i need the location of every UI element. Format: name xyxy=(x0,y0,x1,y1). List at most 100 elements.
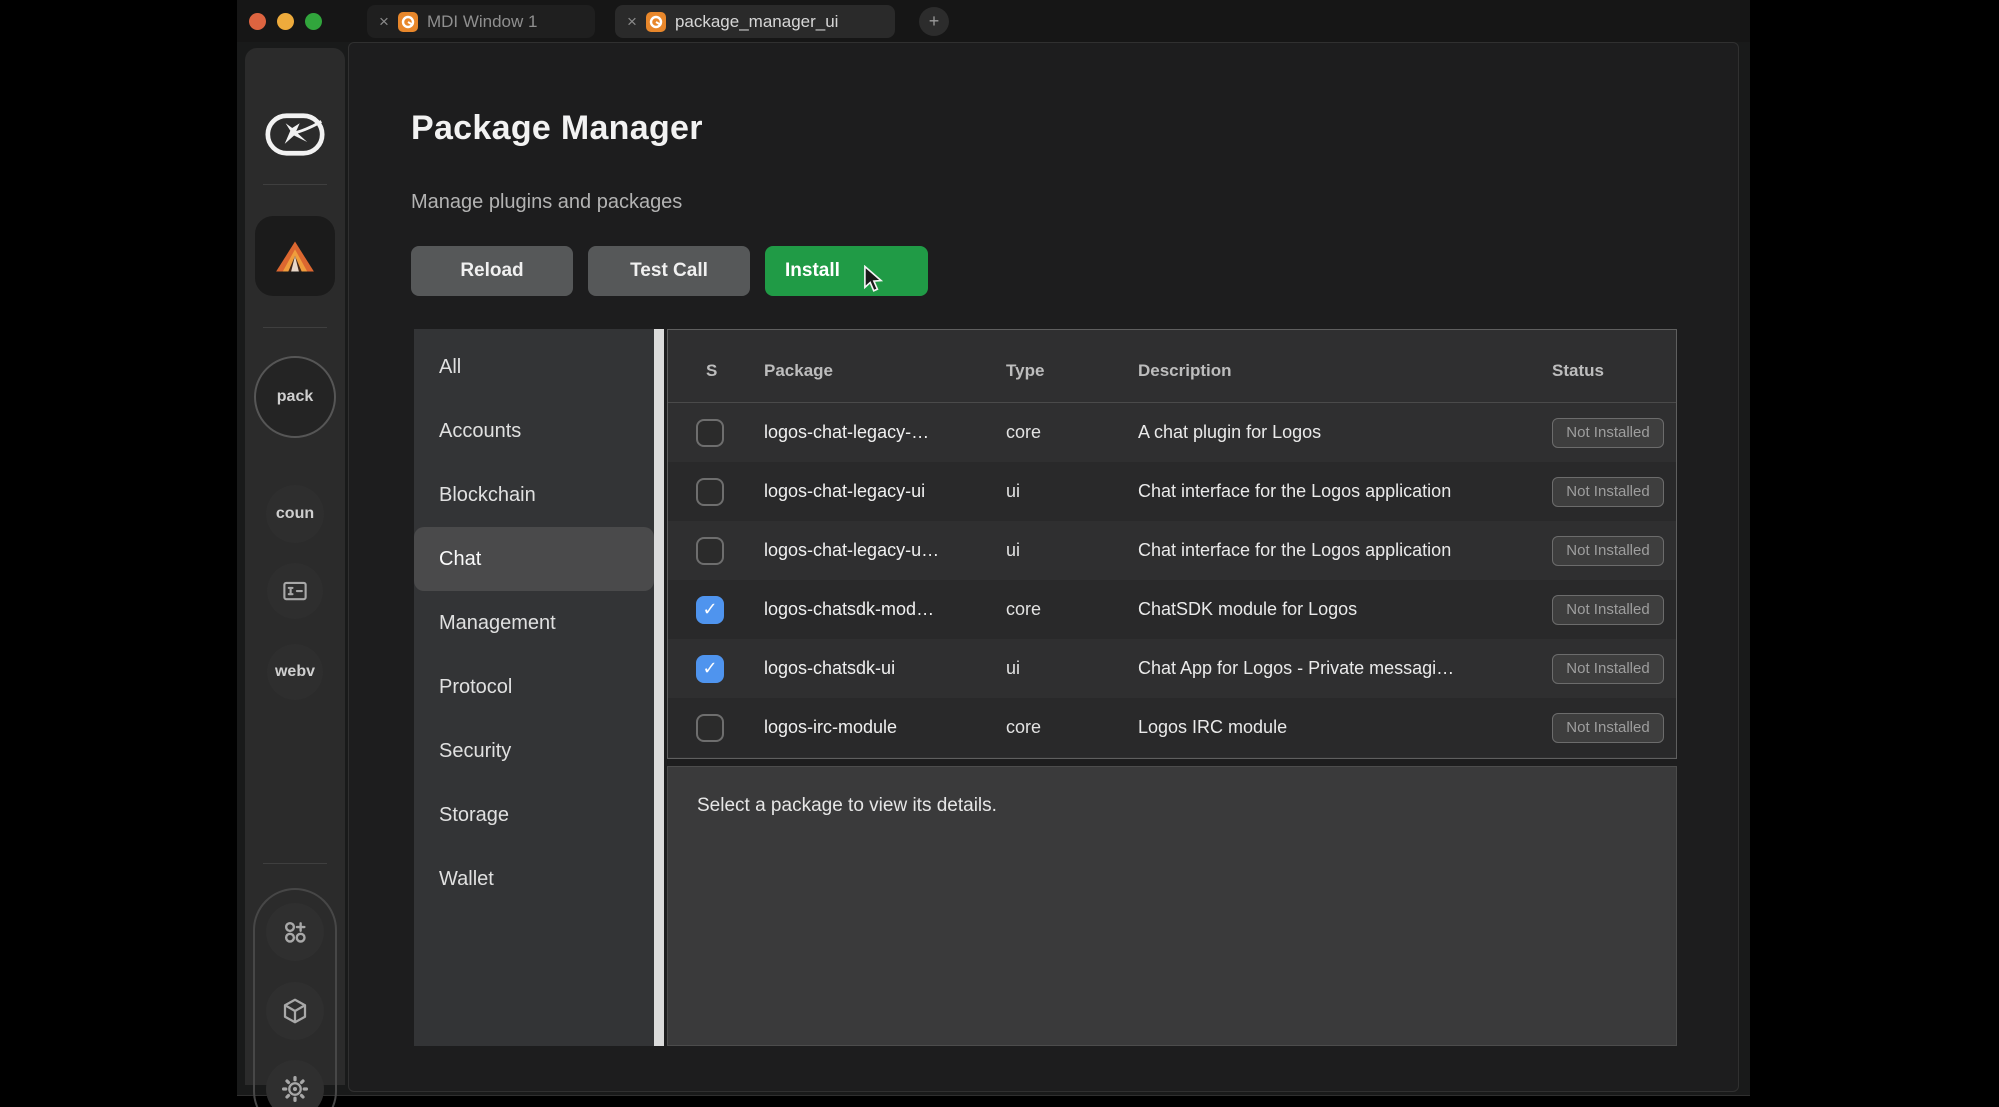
tab-close-icon[interactable]: × xyxy=(379,13,389,30)
table-row[interactable]: logos-irc-modulecoreLogos IRC moduleNot … xyxy=(668,698,1676,757)
sidebar-app-label: webv xyxy=(275,663,315,681)
package-name: logos-chat-legacy-ui xyxy=(764,481,1006,502)
package-type: core xyxy=(1006,599,1138,620)
sidebar-divider xyxy=(263,863,327,864)
category-item-security[interactable]: Security xyxy=(414,719,654,783)
zoom-window-button[interactable] xyxy=(305,13,322,30)
column-header-package[interactable]: Package xyxy=(764,361,1006,381)
package-type: core xyxy=(1006,717,1138,738)
status-badge: Not Installed xyxy=(1552,536,1664,566)
package-name: logos-chatsdk-mod… xyxy=(764,599,1006,620)
table-row[interactable]: ✓ logos-chatsdk-mod…coreChatSDK module fo… xyxy=(668,580,1676,639)
status-badge: Not Installed xyxy=(1552,595,1664,625)
package-name: logos-chat-legacy-u… xyxy=(764,540,1006,561)
column-header-status[interactable]: Status xyxy=(1552,361,1676,381)
toolbar: Reload Test Call Install xyxy=(411,246,928,296)
status-badge: Not Installed xyxy=(1552,418,1664,448)
status-badge: Not Installed xyxy=(1552,713,1664,743)
tent-icon xyxy=(275,239,315,273)
page-subtitle: Manage plugins and packages xyxy=(411,191,682,214)
new-tab-button[interactable]: + xyxy=(919,7,949,36)
table-row[interactable]: ✓ logos-chatsdk-uiuiChat App for Logos - … xyxy=(668,639,1676,698)
tab-package-manager-ui[interactable]: × package_manager_ui xyxy=(615,5,895,38)
settings-button[interactable] xyxy=(266,1060,324,1107)
packages-button[interactable] xyxy=(266,982,324,1040)
table-row[interactable]: logos-chat-legacy-…coreA chat plugin for… xyxy=(668,403,1676,462)
sidebar-app-webv[interactable]: webv xyxy=(267,644,323,700)
reload-button[interactable]: Reload xyxy=(411,246,573,296)
page-title: Package Manager xyxy=(411,109,703,148)
category-item-storage[interactable]: Storage xyxy=(414,783,654,847)
category-item-wallet[interactable]: Wallet xyxy=(414,847,654,911)
traffic-lights xyxy=(249,13,322,30)
check-icon: ✓ xyxy=(702,599,717,620)
category-item-protocol[interactable]: Protocol xyxy=(414,655,654,719)
category-item-management[interactable]: Management xyxy=(414,591,654,655)
app-drawer-capsule xyxy=(253,888,337,1107)
test-call-button[interactable]: Test Call xyxy=(588,246,750,296)
package-table: S Package Type Description Status logos-… xyxy=(667,329,1677,759)
details-placeholder: Select a package to view its details. xyxy=(697,795,997,817)
column-header-select[interactable]: S xyxy=(694,361,764,381)
panel-splitter[interactable] xyxy=(654,329,664,1046)
input-field-icon xyxy=(280,576,310,606)
category-item-all[interactable]: All xyxy=(414,335,654,399)
screen: × MDI Window 1 × package_manager_ui xyxy=(0,0,1999,1107)
active-app-button[interactable] xyxy=(255,216,335,296)
package-description: ChatSDK module for Logos xyxy=(1138,599,1552,620)
gear-icon xyxy=(280,1074,310,1104)
sidebar-divider xyxy=(263,184,327,185)
titlebar: × MDI Window 1 × package_manager_ui xyxy=(237,0,1750,42)
details-panel: Select a package to view its details. xyxy=(667,766,1677,1046)
package-name: logos-irc-module xyxy=(764,717,1006,738)
column-header-description[interactable]: Description xyxy=(1138,361,1552,381)
plus-icon: + xyxy=(929,11,940,32)
table-row[interactable]: logos-chat-legacy-uiuiChat interface for… xyxy=(668,462,1676,521)
table-header: S Package Type Description Status xyxy=(668,330,1676,403)
apps-add-icon xyxy=(280,917,310,947)
tab-close-icon[interactable]: × xyxy=(627,13,637,30)
tab-app-icon xyxy=(646,12,666,32)
row-checkbox[interactable]: ✓ xyxy=(696,596,724,624)
status-badge: Not Installed xyxy=(1552,654,1664,684)
row-checkbox[interactable] xyxy=(696,478,724,506)
package-description: Chat interface for the Logos application xyxy=(1138,481,1552,502)
package-description: Chat App for Logos - Private messagi… xyxy=(1138,658,1552,679)
sidebar-divider xyxy=(263,327,327,328)
install-button[interactable]: Install xyxy=(765,246,928,296)
apps-add-button[interactable] xyxy=(266,903,324,961)
tab-label: package_manager_ui xyxy=(675,12,839,32)
tab-mdi-window-1[interactable]: × MDI Window 1 xyxy=(367,5,595,38)
status-badge: Not Installed xyxy=(1552,477,1664,507)
category-item-blockchain[interactable]: Blockchain xyxy=(414,463,654,527)
close-window-button[interactable] xyxy=(249,13,266,30)
cube-icon xyxy=(280,996,310,1026)
table-row[interactable]: logos-chat-legacy-u…uiChat interface for… xyxy=(668,521,1676,580)
logos-logo-icon[interactable] xyxy=(265,112,325,157)
row-checkbox[interactable]: ✓ xyxy=(696,655,724,683)
package-name: logos-chatsdk-ui xyxy=(764,658,1006,679)
row-checkbox[interactable] xyxy=(696,714,724,742)
package-type: ui xyxy=(1006,658,1138,679)
category-item-chat[interactable]: Chat xyxy=(414,527,654,591)
sidebar-app-input[interactable] xyxy=(267,563,323,619)
minimize-window-button[interactable] xyxy=(277,13,294,30)
app-window: × MDI Window 1 × package_manager_ui xyxy=(237,0,1750,1096)
column-header-type[interactable]: Type xyxy=(1006,361,1138,381)
category-item-accounts[interactable]: Accounts xyxy=(414,399,654,463)
package-type: ui xyxy=(1006,481,1138,502)
sidebar-app-coun[interactable]: coun xyxy=(266,485,324,543)
mouse-cursor xyxy=(861,265,885,293)
sidebar-app-pack[interactable]: pack xyxy=(254,356,336,438)
tab-app-icon xyxy=(398,12,418,32)
sidebar-app-label: pack xyxy=(277,388,313,406)
package-description: Logos IRC module xyxy=(1138,717,1552,738)
package-type: core xyxy=(1006,422,1138,443)
sidebar-app-label: coun xyxy=(276,505,314,523)
package-type: ui xyxy=(1006,540,1138,561)
package-name: logos-chat-legacy-… xyxy=(764,422,1006,443)
package-description: Chat interface for the Logos application xyxy=(1138,540,1552,561)
check-icon: ✓ xyxy=(702,658,717,679)
row-checkbox[interactable] xyxy=(696,537,724,565)
row-checkbox[interactable] xyxy=(696,419,724,447)
